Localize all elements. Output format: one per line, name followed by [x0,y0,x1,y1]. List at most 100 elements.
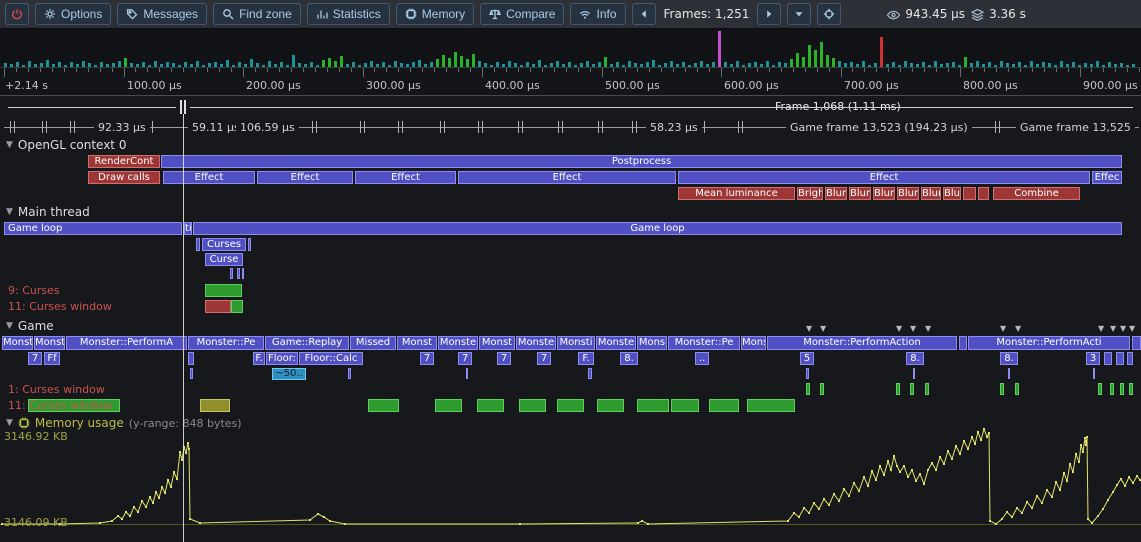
histogram-bar[interactable] [1072,62,1075,67]
histogram-bar[interactable] [514,63,517,67]
zone-box[interactable]: ~50.. [272,368,306,380]
histogram-bar[interactable] [592,64,595,67]
histogram-bar[interactable] [550,63,553,67]
message-marker-icon[interactable]: ▼ [1000,325,1006,333]
memory-section-header[interactable]: ▼ Memory usage (y-range: 848 bytes) [6,416,242,430]
zone-box[interactable]: 8. [620,352,638,365]
histogram-bar[interactable] [148,65,151,67]
message-marker-icon[interactable]: ▼ [1110,325,1116,333]
zone-box[interactable] [709,399,739,412]
zone-box[interactable]: Floor: [266,352,298,365]
histogram-bar[interactable] [274,64,277,67]
histogram-bar[interactable] [1012,64,1015,67]
histogram-bar[interactable] [256,63,259,67]
histogram-bar[interactable] [610,64,613,67]
zone-box[interactable]: Curses [202,238,246,251]
go-to-frame-button[interactable] [787,3,811,25]
histogram-bar[interactable] [322,60,325,67]
histogram-bar[interactable] [1060,61,1063,67]
message-marker-icon[interactable]: ▼ [1120,325,1126,333]
histogram-bar[interactable] [1006,63,1009,67]
histogram-bar[interactable] [160,64,163,67]
message-marker-icon[interactable]: ▼ [806,325,812,333]
prev-frame-button[interactable] [632,3,656,25]
zone-box[interactable]: Blur [921,187,941,200]
histogram-bar[interactable] [700,61,703,67]
histogram-bar[interactable] [862,61,865,67]
zone-box[interactable]: 5 [800,352,814,365]
histogram-bar[interactable] [358,65,361,67]
options-button[interactable]: Options [35,3,111,25]
plot-label[interactable]: 11: Curses window [8,300,112,313]
histogram-bar[interactable] [40,63,43,67]
histogram-bar[interactable] [646,62,649,67]
message-marker-icon[interactable]: ▼ [896,325,902,333]
zone-box[interactable] [963,187,976,200]
zone-box[interactable]: 7 [458,352,472,365]
histogram-bar[interactable] [598,62,601,67]
histogram-bar[interactable] [34,64,37,67]
messages-button[interactable]: Messages [117,3,207,25]
histogram-bar[interactable] [112,63,115,67]
zone-box[interactable] [230,268,233,279]
zone-box[interactable]: Game loop [4,222,182,235]
histogram-bar[interactable] [184,62,187,67]
zone-box[interactable] [806,383,810,395]
zone-box[interactable] [910,383,914,395]
histogram-bar[interactable] [526,62,529,67]
histogram-bar[interactable] [772,65,775,67]
histogram-bar[interactable] [604,57,607,67]
frame-histogram[interactable] [0,29,1141,68]
zone-box[interactable] [597,399,624,412]
histogram-bar[interactable] [244,64,247,67]
histogram-bar[interactable] [16,62,19,67]
message-marker-icon[interactable]: ▼ [1129,325,1135,333]
histogram-bar[interactable] [58,62,61,67]
zone-box[interactable]: 7 [537,352,551,365]
zone-box[interactable]: Game loop [193,222,1122,235]
histogram-bar[interactable] [436,59,439,67]
histogram-bar[interactable] [970,63,973,67]
histogram-bar[interactable] [394,61,397,67]
zone-box[interactable]: RenderCont [88,155,160,168]
histogram-bar[interactable] [670,61,673,67]
histogram-bar[interactable] [136,64,139,67]
zone-box[interactable] [896,383,900,395]
histogram-bar[interactable] [166,62,169,67]
zone-box[interactable]: Blur [873,187,895,200]
zone-box[interactable]: Blur [897,187,919,200]
histogram-bar[interactable] [808,45,811,67]
plot-label[interactable]: 9: Curses [8,284,60,297]
histogram-bar[interactable] [574,65,577,67]
histogram-bar[interactable] [124,58,127,67]
histogram-bar[interactable] [508,61,511,67]
histogram-bar[interactable] [172,63,175,67]
histogram-bar[interactable] [316,65,319,67]
histogram-bar[interactable] [454,52,457,67]
histogram-bar[interactable] [640,64,643,67]
histogram-bar[interactable] [1132,64,1135,67]
zone-box[interactable]: Brigh [797,187,823,200]
histogram-bar[interactable] [658,65,661,67]
histogram-bar[interactable] [952,62,955,67]
histogram-bar[interactable] [154,61,157,67]
histogram-bar[interactable] [268,61,271,67]
histogram-bar[interactable] [934,61,937,67]
zone-box[interactable] [248,238,251,251]
histogram-bar[interactable] [118,61,121,67]
zone-box[interactable]: Monste [596,336,636,350]
histogram-bar[interactable] [736,61,739,67]
histogram-bar[interactable] [850,62,853,67]
statistics-button[interactable]: Statistics [307,3,390,25]
histogram-bar[interactable] [178,65,181,67]
next-frame-button[interactable] [757,3,781,25]
zone-box[interactable] [820,383,824,395]
histogram-bar[interactable] [328,58,331,67]
zone-box[interactable]: 7 [420,352,434,365]
histogram-bar[interactable] [304,64,307,67]
histogram-bar[interactable] [52,64,55,67]
zone-box[interactable]: F. [578,352,594,365]
zone-box[interactable]: Blur [849,187,871,200]
histogram-bar[interactable] [208,63,211,67]
zone-box[interactable]: Monst [397,336,437,350]
